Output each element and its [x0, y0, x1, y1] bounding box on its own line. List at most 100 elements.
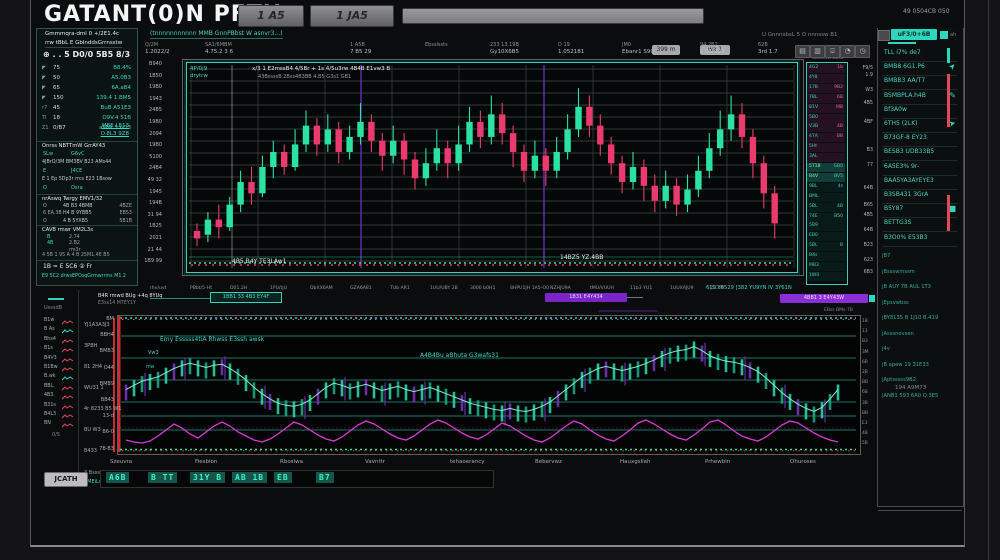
dom-row-bid[interactable]: BML	[807, 193, 845, 202]
mini-row[interactable]: BN	[44, 421, 76, 430]
panel-sub-item[interactable]: jANB1 593 6A0 Q.3E5	[882, 393, 938, 399]
dom-row-ask[interactable]: 5Ht	[807, 143, 845, 152]
slider-mini-label: EBss BMs-7B	[824, 308, 853, 313]
mini-row[interactable]: 4B3.	[44, 393, 76, 402]
book-icon[interactable]: ⌺	[825, 45, 840, 58]
candlestick-chart[interactable]	[187, 63, 795, 270]
panel-item[interactable]: 6A5E3% 9r-	[882, 162, 958, 176]
mw-symbol-row[interactable]: ⊕ . . 5 D0/0 5B5 8/3	[43, 50, 130, 59]
mini-row[interactable]: B1w	[44, 318, 76, 327]
dom-row-bid[interactable]: B4s	[807, 252, 845, 261]
mw-quote-row[interactable]: ◤656A.aB4	[37, 84, 137, 94]
dom-row-ask[interactable]: B1VMB	[807, 104, 845, 113]
slider-handle[interactable]	[869, 295, 875, 302]
dom-price: B4s	[809, 253, 817, 258]
dom-row-bid[interactable]: 74EB50	[807, 213, 845, 222]
dom-row-ask[interactable]: V3B4B	[807, 123, 845, 132]
dom-row-mid[interactable]: 5T1BGB0	[807, 163, 845, 172]
dom-row-bid[interactable]: 5B9	[807, 222, 845, 231]
mini-row-label: B As	[44, 327, 55, 332]
scrollbar-segment-teal[interactable]	[947, 48, 950, 63]
dom-row-ask[interactable]: 47ABB	[807, 133, 845, 142]
mini-row[interactable]: B1s	[44, 346, 76, 355]
panel-sub-item[interactable]: jBssswmssm	[882, 269, 915, 275]
mini-row[interactable]: B31s	[44, 403, 76, 412]
mw-secC-title: CAVB rmwr VM2L3s	[42, 227, 93, 233]
bar-chart-icon[interactable]: ▤	[795, 45, 810, 58]
mini-row[interactable]: B As	[44, 327, 76, 336]
panel-item[interactable]: B3O0% E53B3	[882, 233, 958, 247]
panel-gear-icon[interactable]	[878, 30, 890, 41]
mw-quote-row[interactable]: ◤150139.4 1.BM5	[37, 94, 137, 104]
panel-sub-item[interactable]: jB AUY 7B AUL 1T3	[882, 284, 931, 290]
dom-row-bid[interactable]: 1W0	[807, 272, 845, 281]
mw-footer-2[interactable]: E9 5C2 drwsEPOsqGrrnwrrms M1.2	[42, 274, 126, 279]
toolbar-group-value: 7 B5 29	[350, 49, 371, 55]
dom-row-mid[interactable]: B4VBV5	[807, 173, 845, 182]
panel-sub-item[interactable]: j4v	[882, 346, 890, 352]
clock-icon[interactable]: ◷	[855, 45, 870, 58]
mw-secA-row[interactable]: E 1 Ep 5Dp3r rrcs E23 1Bsow	[42, 177, 112, 182]
instrument-icon: Z1	[42, 125, 49, 131]
dom-row-bid[interactable]: MB3	[807, 262, 845, 271]
dom-price: 4G2	[809, 65, 818, 70]
panel-teal-square[interactable]	[940, 31, 948, 39]
panel-item[interactable]: BAA5YA3AYEYE3	[882, 176, 958, 190]
mini-row-label: B31s	[44, 403, 56, 408]
mw-secB-title: nrAswq Twrgy EMV1/32	[42, 196, 102, 202]
toolbar-group-top: 94.2B2	[700, 42, 718, 48]
panel-sub-item[interactable]: jB7	[882, 253, 890, 259]
dom-size: MB	[836, 105, 843, 110]
panel-header-button[interactable]: uF3/0+6B	[891, 29, 937, 40]
dom-row-ask[interactable]: 3AL	[807, 153, 845, 162]
purple-slider-right[interactable]: 4BB1 3 E4Y43W	[780, 294, 868, 303]
teal-slider[interactable]: 1BB1 33 4B3 EY4F	[210, 292, 282, 303]
dom-row-bid[interactable]: 5BL4B	[807, 203, 845, 212]
titlebar-tab-1[interactable]: 1 A5	[238, 5, 304, 27]
dom-row-ask[interactable]: 4G21b	[807, 64, 845, 73]
mw-secA-row[interactable]: 4JBrO/3M BM3BV B23 AMs44	[42, 160, 111, 165]
mini-row[interactable]: B1Bw	[44, 365, 76, 374]
compass-icon[interactable]: ◔	[840, 45, 855, 58]
scrollbar-segment-red[interactable]	[947, 195, 950, 231]
mw-link[interactable]: MBE LE13	[102, 123, 129, 129]
bezel-line-right	[988, 0, 989, 560]
cell-b: 4B B3 4BMB	[63, 204, 93, 209]
mini-row[interactable]: B4L3	[44, 412, 76, 421]
panel-sub-item[interactable]: jBY8135 B 1J10 B.419	[882, 315, 938, 321]
dom-row-bid[interactable]: 5BLB	[807, 242, 845, 251]
mw-quote-row[interactable]: ◤75B8.4%	[37, 64, 137, 74]
panel-item[interactable]: B73GF-8 EY23	[882, 133, 958, 147]
titlebar-long-bar[interactable]	[402, 8, 704, 24]
panel-item[interactable]: BESB3 UDB33B5	[882, 147, 958, 161]
mw-footer-1[interactable]: 1B = E 5C6 ② Fr	[43, 263, 92, 270]
status-button[interactable]: JCATH	[44, 472, 88, 487]
dom-row-ask[interactable]: 5B0	[807, 114, 845, 123]
mini-row[interactable]: B4V3	[44, 356, 76, 365]
row-key: E	[43, 168, 46, 174]
scrollbar-segment-red[interactable]	[947, 74, 950, 127]
panel-sub-item[interactable]: jB apew 19 31E33	[882, 362, 929, 368]
panel-sub-item[interactable]: jAptsssss9B2	[882, 377, 916, 383]
dom-row-bid[interactable]: EB0	[807, 232, 845, 241]
panel-sub-item[interactable]: jAsssnovsen	[882, 331, 914, 337]
cell-b: H4 B 9YBB5	[63, 211, 92, 216]
panel-sub-item[interactable]: jEpsvwbss	[882, 300, 909, 306]
mw-quote-row[interactable]: r745BuB A51E3	[37, 104, 137, 114]
dom-row-ask[interactable]: 4Y8	[807, 74, 845, 83]
mini-row[interactable]: B.wk	[44, 374, 76, 383]
right-axis-label: 6B	[862, 360, 868, 365]
titlebar-tab-2[interactable]: 1 JA5	[310, 5, 394, 27]
mw-link[interactable]: O.8L3 9Z8	[101, 131, 129, 137]
quote-value: B8.4%	[113, 65, 131, 71]
mini-row[interactable]: BBL.	[44, 384, 76, 393]
candle-chart-icon[interactable]: ▥	[810, 45, 825, 58]
mini-row[interactable]: Bhs4	[44, 337, 76, 346]
dom-row-ask[interactable]: 7BL6B	[807, 94, 845, 103]
toolbar-pill-1[interactable]: 399 m	[652, 45, 680, 55]
dom-row-ask[interactable]: 17B9B2	[807, 84, 845, 93]
mw-quote-row[interactable]: ◤50A5.0B3	[37, 74, 137, 84]
dom-row-bid[interactable]: 9BL4s	[807, 183, 845, 192]
purple-slider-mid[interactable]: 1B31 E4Y434	[545, 293, 627, 302]
dom-price: 17B	[809, 85, 818, 90]
